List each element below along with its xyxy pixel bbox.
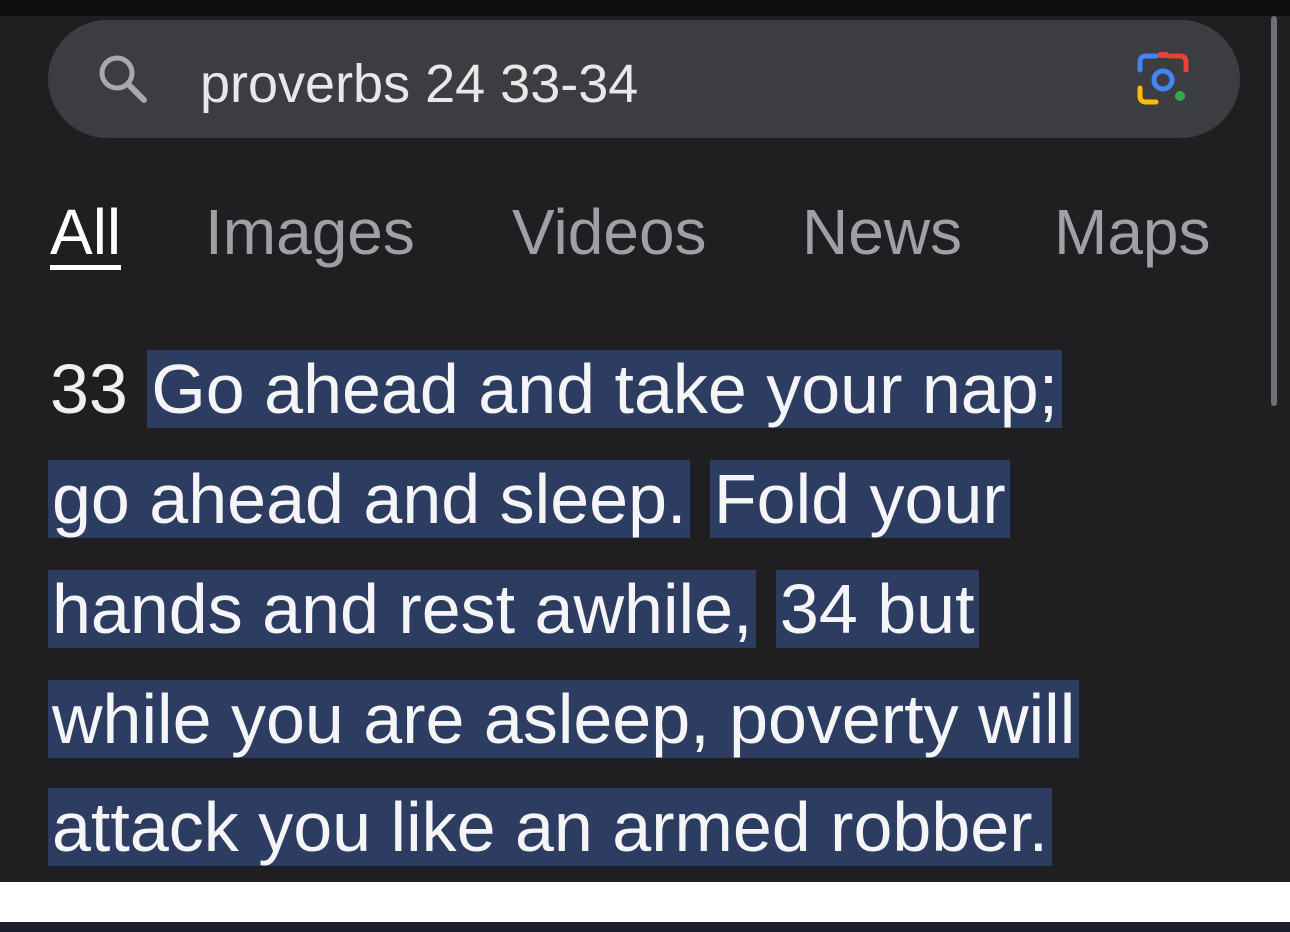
search-bar[interactable]: proverbs 24 33-34: [48, 20, 1240, 138]
snippet-line-3: hands and rest awhile, 34 but: [48, 558, 979, 660]
verse-number-33: 33: [50, 350, 128, 428]
search-icon[interactable]: [92, 48, 156, 112]
tab-news[interactable]: News: [802, 192, 962, 272]
highlighted-text: attack you like an armed robber.: [48, 788, 1053, 866]
highlighted-text: 34 but: [775, 570, 979, 648]
snippet-line-5: attack you like an armed robber.: [48, 776, 1053, 878]
highlighted-text: Fold your: [709, 460, 1010, 538]
snippet-line-2: go ahead and sleep. Fold your: [48, 448, 1010, 550]
search-results-screen: proverbs 24 33-34 All Images Videos News…: [0, 16, 1290, 882]
bottom-edge: [0, 922, 1290, 932]
highlighted-text: Go ahead and take your nap;: [147, 350, 1063, 428]
highlighted-text: go ahead and sleep.: [48, 460, 691, 538]
tab-maps[interactable]: Maps: [1054, 192, 1211, 272]
google-lens-icon[interactable]: [1130, 46, 1196, 112]
tab-images[interactable]: Images: [205, 192, 415, 272]
tab-videos[interactable]: Videos: [512, 192, 707, 272]
tab-all[interactable]: All: [50, 192, 122, 272]
snippet-line-4: while you are asleep, poverty will: [48, 668, 1080, 770]
snippet-line-1: 33 Go ahead and take your nap;: [50, 338, 1063, 440]
scrollbar[interactable]: [1271, 16, 1277, 406]
search-tabs: All Images Videos News Maps: [0, 182, 1260, 282]
top-strip: [0, 0, 1290, 16]
bottom-band: [0, 882, 1290, 922]
search-input[interactable]: proverbs 24 33-34: [200, 46, 638, 122]
highlighted-text: while you are asleep, poverty will: [48, 680, 1080, 758]
highlighted-text: hands and rest awhile,: [48, 570, 757, 648]
